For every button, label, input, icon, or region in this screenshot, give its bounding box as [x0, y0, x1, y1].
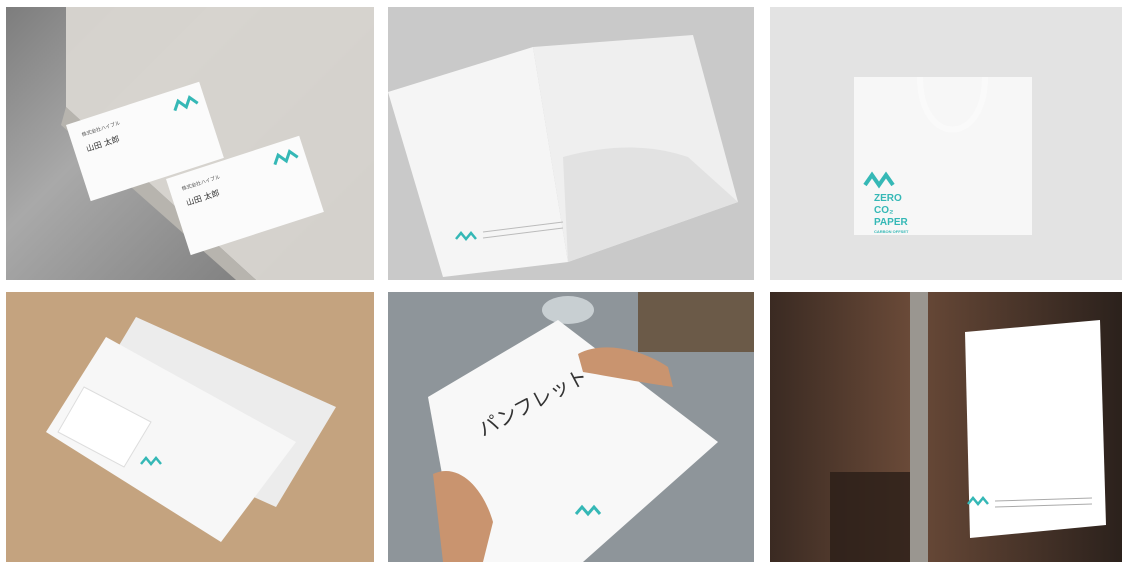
bag-logo-line3: PAPER	[874, 217, 908, 228]
window-frame	[910, 292, 928, 562]
tile-shopping-bag: ZERO CO₂ PAPER CARBON OFFSET	[770, 7, 1122, 280]
tile-folder	[388, 7, 754, 280]
bag-logo-line1: ZERO	[874, 193, 902, 204]
folder-scene	[388, 35, 738, 277]
poster-window-scene	[830, 292, 1106, 562]
shopping-bag-scene: ZERO CO₂ PAPER CARBON OFFSET	[854, 76, 1032, 235]
tile-business-cards: 株式会社ハイブル 山田 太郎 株式会社ハイブル 山田 太郎	[6, 7, 374, 280]
tile-poster-window	[770, 292, 1122, 562]
tile-pamphlet: パンフレット	[388, 292, 754, 562]
tile-envelope	[6, 292, 374, 562]
envelope-scene	[46, 317, 336, 542]
bag-logo-line4: CARBON OFFSET	[874, 229, 909, 234]
bag-logo-line2: CO₂	[874, 205, 893, 216]
business-cards-scene: 株式会社ハイブル 山田 太郎 株式会社ハイブル 山田 太郎	[61, 7, 374, 280]
pamphlet-scene: パンフレット	[428, 292, 754, 562]
